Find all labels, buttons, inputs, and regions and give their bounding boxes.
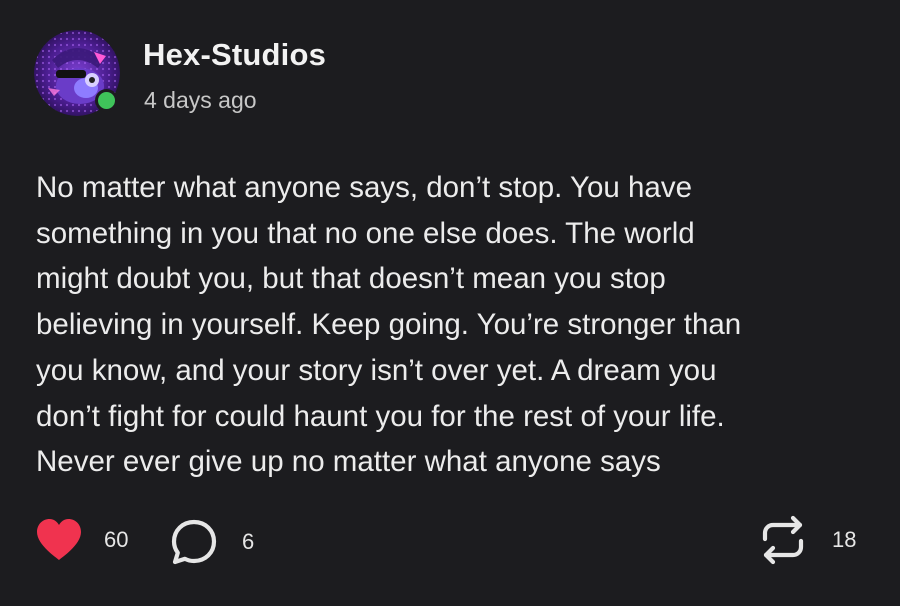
like-button[interactable]: 60 (34, 518, 128, 562)
author-name[interactable]: Hex-Studios (143, 37, 326, 73)
post-body-line: No matter what anyone says, don’t stop. … (36, 171, 692, 204)
post-body-line: something in you that no one else does. … (36, 216, 695, 250)
heart-icon (34, 518, 84, 562)
repost-button[interactable]: 18 (760, 515, 856, 565)
post-timestamp: 4 days ago (144, 87, 257, 113)
comment-count: 6 (242, 529, 255, 554)
avatar[interactable] (34, 30, 120, 116)
post-body-line: might doubt you, but that doesn’t mean y… (36, 262, 666, 296)
repost-count: 18 (832, 527, 857, 552)
post-body-line: don’t fight for could haunt you for the … (36, 399, 725, 433)
post-body-line: you know, and your story isn’t over yet.… (36, 353, 717, 387)
post-card: Hex-Studios 4 days ago No matter what an… (0, 0, 900, 606)
post-body-line: Never ever give up no matter what anyone… (36, 445, 661, 479)
online-status-dot (95, 89, 118, 112)
comment-bubble-icon (170, 518, 218, 566)
post-body-line: believing in yourself. Keep going. You’r… (36, 308, 742, 342)
comment-button[interactable]: 6 (170, 518, 254, 566)
post-body: No matter what anyone says, don’t stop. … (36, 165, 886, 485)
repost-icon (760, 515, 806, 565)
like-count: 60 (104, 527, 129, 552)
